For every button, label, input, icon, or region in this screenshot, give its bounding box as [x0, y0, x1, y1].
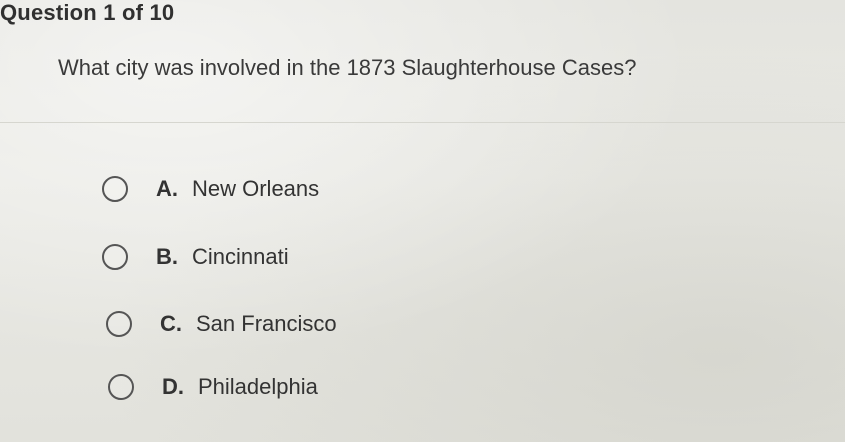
option-text: Philadelphia: [198, 374, 318, 399]
option-letter: C.: [160, 311, 182, 336]
option-text: Cincinnati: [192, 244, 289, 269]
option-text: New Orleans: [192, 176, 320, 201]
radio-button-icon[interactable]: [102, 244, 128, 270]
option-letter: B.: [156, 244, 178, 269]
answer-option-d[interactable]: D. Philadelphia: [108, 370, 318, 404]
option-text: San Francisco: [196, 311, 337, 336]
quiz-panel: Question 1 of 10 What city was involved …: [0, 0, 845, 442]
answer-options: A. New Orleans B. Cincinnati C. San Fran…: [0, 0, 845, 442]
radio-button-icon[interactable]: [108, 374, 134, 400]
answer-option-b[interactable]: B. Cincinnati: [102, 240, 289, 274]
radio-button-icon[interactable]: [106, 311, 132, 337]
option-letter: D.: [162, 374, 184, 399]
answer-option-a[interactable]: A. New Orleans: [102, 172, 319, 206]
answer-option-c[interactable]: C. San Francisco: [106, 307, 337, 341]
radio-button-icon[interactable]: [102, 176, 128, 202]
option-letter: A.: [156, 176, 178, 201]
